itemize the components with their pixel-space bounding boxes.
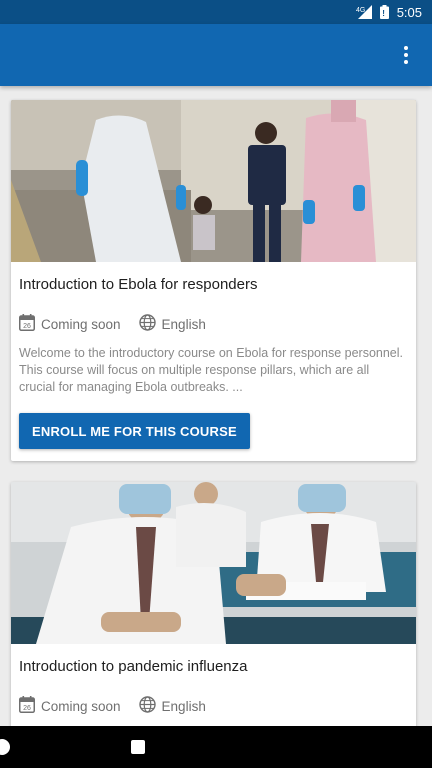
svg-text:4G: 4G bbox=[356, 7, 365, 14]
course-title: Introduction to Ebola for responders bbox=[19, 276, 258, 293]
battery-icon: ! bbox=[379, 5, 389, 19]
course-description: Welcome to the introductory course on Eb… bbox=[19, 346, 404, 394]
globe-icon bbox=[138, 314, 156, 334]
course-image-influenza bbox=[11, 482, 416, 644]
course-meta: 26 Coming soon English bbox=[11, 314, 416, 334]
app-bar bbox=[0, 24, 432, 86]
status-time: 5:05 bbox=[396, 4, 422, 20]
course-language: English bbox=[161, 698, 206, 714]
course-card[interactable]: Introduction to Ebola for responders 26 … bbox=[11, 100, 416, 461]
globe-icon bbox=[138, 696, 156, 716]
svg-text:26: 26 bbox=[23, 705, 31, 712]
course-status: Coming soon bbox=[41, 316, 121, 332]
course-card[interactable]: Introduction to pandemic influenza 26 Co… bbox=[11, 482, 416, 726]
enroll-button[interactable]: ENROLL ME FOR THIS COURSE bbox=[19, 413, 250, 449]
back-icon[interactable] bbox=[0, 739, 10, 755]
svg-text:!: ! bbox=[382, 9, 385, 18]
course-image-ebola bbox=[11, 100, 416, 262]
more-options-button[interactable] bbox=[394, 39, 418, 71]
signal-icon: 4G bbox=[356, 5, 372, 19]
svg-text:26: 26 bbox=[23, 323, 31, 330]
course-list[interactable]: Introduction to Ebola for responders 26 … bbox=[0, 86, 432, 726]
course-meta: 26 Coming soon English bbox=[11, 696, 416, 716]
course-title: Introduction to pandemic influenza bbox=[19, 658, 248, 675]
calendar-icon: 26 bbox=[19, 696, 35, 716]
more-vert-icon bbox=[404, 46, 408, 50]
system-nav-bar bbox=[0, 726, 432, 768]
course-status: Coming soon bbox=[41, 698, 121, 714]
status-bar: 4G ! 5:05 bbox=[0, 0, 432, 24]
calendar-icon: 26 bbox=[19, 314, 35, 334]
course-language: English bbox=[161, 316, 206, 332]
recents-icon[interactable] bbox=[131, 740, 145, 754]
